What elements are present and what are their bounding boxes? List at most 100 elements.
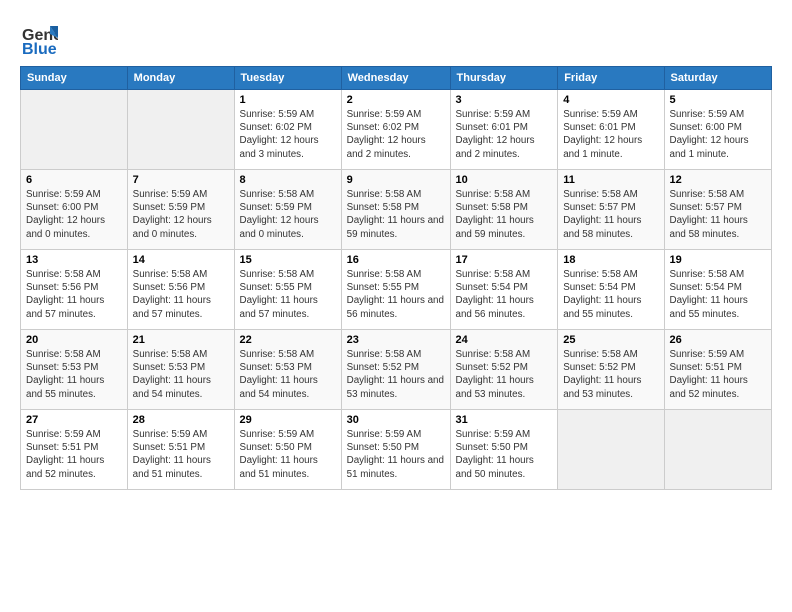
- page-header: General Blue: [20, 18, 772, 56]
- calendar-cell: 28 Sunrise: 5:59 AMSunset: 5:51 PMDayligh…: [127, 410, 234, 490]
- calendar-week-row: 13 Sunrise: 5:58 AMSunset: 5:56 PMDayligh…: [21, 250, 772, 330]
- calendar-cell: 6 Sunrise: 5:59 AMSunset: 6:00 PMDaylight…: [21, 170, 128, 250]
- day-number: 4: [563, 94, 658, 106]
- calendar-cell: 25 Sunrise: 5:58 AMSunset: 5:52 PMDayligh…: [558, 330, 664, 410]
- weekday-header-wednesday: Wednesday: [341, 67, 450, 90]
- calendar-cell: 24Sunrise: 5:58 AMSunset: 5:52 PMDayligh…: [450, 330, 558, 410]
- weekday-header-tuesday: Tuesday: [234, 67, 341, 90]
- day-info: Sunrise: 5:58 AMSunset: 5:52 PMDaylight:…: [563, 348, 658, 401]
- calendar-cell: 31Sunrise: 5:59 AMSunset: 5:50 PMDayligh…: [450, 410, 558, 490]
- day-info: Sunrise: 5:59 AMSunset: 6:01 PMDaylight:…: [563, 108, 658, 161]
- calendar-cell: 13 Sunrise: 5:58 AMSunset: 5:56 PMDayligh…: [21, 250, 128, 330]
- day-number: 5: [670, 94, 767, 106]
- calendar-cell: 30 Sunrise: 5:59 AMSunset: 5:50 PMDayligh…: [341, 410, 450, 490]
- calendar-cell: 9 Sunrise: 5:58 AMSunset: 5:58 PMDaylight…: [341, 170, 450, 250]
- calendar-cell: 27 Sunrise: 5:59 AMSunset: 5:51 PMDayligh…: [21, 410, 128, 490]
- day-info: Sunrise: 5:58 AMSunset: 5:58 PMDaylight:…: [347, 188, 445, 241]
- day-info: Sunrise: 5:58 AMSunset: 5:53 PMDaylight:…: [26, 348, 122, 401]
- calendar-cell: 8 Sunrise: 5:58 AMSunset: 5:59 PMDaylight…: [234, 170, 341, 250]
- day-number: 15: [240, 254, 336, 266]
- calendar-cell: 7 Sunrise: 5:59 AMSunset: 5:59 PMDaylight…: [127, 170, 234, 250]
- calendar-cell: 4 Sunrise: 5:59 AMSunset: 6:01 PMDaylight…: [558, 90, 664, 170]
- calendar-cell: 16Sunrise: 5:58 AMSunset: 5:55 PMDayligh…: [341, 250, 450, 330]
- day-info: Sunrise: 5:58 AMSunset: 5:52 PMDaylight:…: [347, 348, 445, 401]
- day-info: Sunrise: 5:59 AMSunset: 6:01 PMDaylight:…: [456, 108, 553, 161]
- day-info: Sunrise: 5:58 AMSunset: 5:55 PMDaylight:…: [240, 268, 336, 321]
- day-info: Sunrise: 5:59 AMSunset: 5:51 PMDaylight:…: [26, 428, 122, 481]
- day-number: 3: [456, 94, 553, 106]
- weekday-header-monday: Monday: [127, 67, 234, 90]
- logo: General Blue: [20, 18, 58, 56]
- day-info: Sunrise: 5:58 AMSunset: 5:53 PMDaylight:…: [240, 348, 336, 401]
- day-number: 6: [26, 174, 122, 186]
- logo-icon: General Blue: [20, 18, 58, 56]
- day-info: Sunrise: 5:59 AMSunset: 5:50 PMDaylight:…: [240, 428, 336, 481]
- day-info: Sunrise: 5:59 AMSunset: 6:00 PMDaylight:…: [26, 188, 122, 241]
- day-number: 25: [563, 334, 658, 346]
- calendar-cell: 26 Sunrise: 5:59 AMSunset: 5:51 PMDayligh…: [664, 330, 772, 410]
- calendar-cell: [127, 90, 234, 170]
- day-number: 30: [347, 414, 445, 426]
- day-number: 14: [133, 254, 229, 266]
- day-number: 21: [133, 334, 229, 346]
- svg-text:Blue: Blue: [22, 41, 57, 56]
- day-info: Sunrise: 5:58 AMSunset: 5:54 PMDaylight:…: [670, 268, 767, 321]
- day-number: 8: [240, 174, 336, 186]
- day-number: 9: [347, 174, 445, 186]
- day-info: Sunrise: 5:58 AMSunset: 5:54 PMDaylight:…: [563, 268, 658, 321]
- calendar-table: SundayMondayTuesdayWednesdayThursdayFrid…: [20, 66, 772, 490]
- day-info: Sunrise: 5:58 AMSunset: 5:52 PMDaylight:…: [456, 348, 553, 401]
- calendar-cell: [21, 90, 128, 170]
- day-info: Sunrise: 5:59 AMSunset: 6:02 PMDaylight:…: [240, 108, 336, 161]
- calendar-week-row: 27 Sunrise: 5:59 AMSunset: 5:51 PMDayligh…: [21, 410, 772, 490]
- day-info: Sunrise: 5:58 AMSunset: 5:57 PMDaylight:…: [563, 188, 658, 241]
- day-info: Sunrise: 5:59 AMSunset: 6:02 PMDaylight:…: [347, 108, 445, 161]
- day-number: 20: [26, 334, 122, 346]
- day-number: 13: [26, 254, 122, 266]
- weekday-header-row: SundayMondayTuesdayWednesdayThursdayFrid…: [21, 67, 772, 90]
- day-info: Sunrise: 5:58 AMSunset: 5:56 PMDaylight:…: [133, 268, 229, 321]
- day-number: 1: [240, 94, 336, 106]
- weekday-header-saturday: Saturday: [664, 67, 772, 90]
- weekday-header-sunday: Sunday: [21, 67, 128, 90]
- day-number: 28: [133, 414, 229, 426]
- day-info: Sunrise: 5:58 AMSunset: 5:53 PMDaylight:…: [133, 348, 229, 401]
- day-number: 19: [670, 254, 767, 266]
- calendar-cell: 11 Sunrise: 5:58 AMSunset: 5:57 PMDayligh…: [558, 170, 664, 250]
- calendar-cell: [664, 410, 772, 490]
- calendar-cell: 5Sunrise: 5:59 AMSunset: 6:00 PMDaylight…: [664, 90, 772, 170]
- calendar-cell: 10Sunrise: 5:58 AMSunset: 5:58 PMDayligh…: [450, 170, 558, 250]
- day-info: Sunrise: 5:59 AMSunset: 5:59 PMDaylight:…: [133, 188, 229, 241]
- day-number: 18: [563, 254, 658, 266]
- calendar-cell: 23 Sunrise: 5:58 AMSunset: 5:52 PMDayligh…: [341, 330, 450, 410]
- calendar-cell: 17Sunrise: 5:58 AMSunset: 5:54 PMDayligh…: [450, 250, 558, 330]
- calendar-cell: 19 Sunrise: 5:58 AMSunset: 5:54 PMDayligh…: [664, 250, 772, 330]
- day-number: 11: [563, 174, 658, 186]
- calendar-cell: 14 Sunrise: 5:58 AMSunset: 5:56 PMDayligh…: [127, 250, 234, 330]
- day-info: Sunrise: 5:58 AMSunset: 5:59 PMDaylight:…: [240, 188, 336, 241]
- calendar-cell: 21 Sunrise: 5:58 AMSunset: 5:53 PMDayligh…: [127, 330, 234, 410]
- day-info: Sunrise: 5:58 AMSunset: 5:56 PMDaylight:…: [26, 268, 122, 321]
- calendar-week-row: 1 Sunrise: 5:59 AMSunset: 6:02 PMDaylight…: [21, 90, 772, 170]
- calendar-week-row: 6 Sunrise: 5:59 AMSunset: 6:00 PMDaylight…: [21, 170, 772, 250]
- day-number: 12: [670, 174, 767, 186]
- day-info: Sunrise: 5:59 AMSunset: 5:51 PMDaylight:…: [133, 428, 229, 481]
- calendar-cell: 20 Sunrise: 5:58 AMSunset: 5:53 PMDayligh…: [21, 330, 128, 410]
- day-info: Sunrise: 5:59 AMSunset: 5:50 PMDaylight:…: [347, 428, 445, 481]
- day-number: 23: [347, 334, 445, 346]
- calendar-cell: 15 Sunrise: 5:58 AMSunset: 5:55 PMDayligh…: [234, 250, 341, 330]
- day-info: Sunrise: 5:59 AMSunset: 5:50 PMDaylight:…: [456, 428, 553, 481]
- weekday-header-friday: Friday: [558, 67, 664, 90]
- calendar-week-row: 20 Sunrise: 5:58 AMSunset: 5:53 PMDayligh…: [21, 330, 772, 410]
- day-number: 27: [26, 414, 122, 426]
- day-number: 22: [240, 334, 336, 346]
- day-info: Sunrise: 5:58 AMSunset: 5:55 PMDaylight:…: [347, 268, 445, 321]
- day-info: Sunrise: 5:58 AMSunset: 5:58 PMDaylight:…: [456, 188, 553, 241]
- calendar-cell: 29Sunrise: 5:59 AMSunset: 5:50 PMDayligh…: [234, 410, 341, 490]
- day-info: Sunrise: 5:59 AMSunset: 5:51 PMDaylight:…: [670, 348, 767, 401]
- day-number: 7: [133, 174, 229, 186]
- calendar-cell: [558, 410, 664, 490]
- day-number: 26: [670, 334, 767, 346]
- calendar-cell: 2Sunrise: 5:59 AMSunset: 6:02 PMDaylight…: [341, 90, 450, 170]
- calendar-cell: 3 Sunrise: 5:59 AMSunset: 6:01 PMDaylight…: [450, 90, 558, 170]
